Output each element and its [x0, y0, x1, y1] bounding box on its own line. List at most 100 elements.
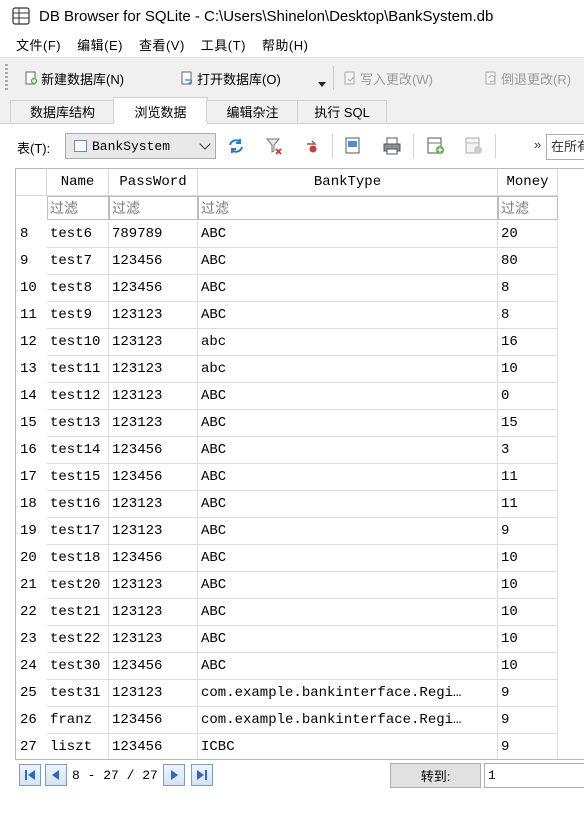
cell-password[interactable]: 123123 — [109, 599, 198, 626]
cell-password[interactable]: 123123 — [109, 518, 198, 545]
cell-money[interactable]: 10 — [498, 572, 558, 599]
column-header-money[interactable]: Money — [498, 169, 558, 196]
row-number[interactable]: 8 — [16, 221, 47, 248]
cell-money[interactable]: 9 — [498, 518, 558, 545]
cell-name[interactable]: test12 — [47, 383, 109, 410]
cell-name[interactable]: test30 — [47, 653, 109, 680]
cell-password[interactable]: 123456 — [109, 464, 198, 491]
refresh-icon[interactable] — [226, 136, 246, 156]
cell-banktype[interactable]: ABC — [198, 221, 498, 248]
cell-money[interactable]: 20 — [498, 221, 558, 248]
table-row[interactable]: 15 test13 123123 ABC 15 — [16, 410, 584, 437]
cell-banktype[interactable]: com.example.bankinterface.Regi… — [198, 680, 498, 707]
cell-banktype[interactable]: ABC — [198, 491, 498, 518]
table-row[interactable]: 24 test30 123456 ABC 10 — [16, 653, 584, 680]
row-number[interactable]: 14 — [16, 383, 47, 410]
menu-edit[interactable]: 编辑(E) — [70, 35, 132, 54]
row-number[interactable]: 27 — [16, 734, 47, 759]
table-row[interactable]: 9 test7 123456 ABC 80 — [16, 248, 584, 275]
table-row[interactable]: 16 test14 123456 ABC 3 — [16, 437, 584, 464]
print-icon[interactable] — [382, 136, 402, 156]
filter-input-money[interactable]: 过滤 — [498, 196, 558, 220]
table-row[interactable]: 23 test22 123123 ABC 10 — [16, 626, 584, 653]
cell-money[interactable]: 9 — [498, 734, 558, 759]
cell-name[interactable]: test15 — [47, 464, 109, 491]
cell-money[interactable]: 9 — [498, 680, 558, 707]
row-number[interactable]: 11 — [16, 302, 47, 329]
toolbar-grip[interactable] — [5, 64, 8, 90]
tab-edit-pragmas[interactable]: 编辑杂注 — [206, 100, 299, 122]
cell-password[interactable]: 123123 — [109, 410, 198, 437]
cell-money[interactable]: 11 — [498, 491, 558, 518]
cell-money[interactable]: 8 — [498, 275, 558, 302]
cell-banktype[interactable]: ABC — [198, 383, 498, 410]
cell-money[interactable]: 8 — [498, 302, 558, 329]
cell-banktype[interactable]: ABC — [198, 248, 498, 275]
table-row[interactable]: 17 test15 123456 ABC 11 — [16, 464, 584, 491]
new-database-button[interactable]: 新建数据库(N) — [24, 67, 124, 89]
tab-browse-data[interactable]: 浏览数据 — [113, 97, 208, 124]
cell-password[interactable]: 123123 — [109, 356, 198, 383]
menu-view[interactable]: 查看(V) — [132, 35, 194, 54]
cell-banktype[interactable]: ICBC — [198, 734, 498, 759]
last-page-button[interactable] — [191, 764, 213, 786]
filter-all-input[interactable]: 在所有 — [546, 134, 584, 160]
row-number[interactable]: 16 — [16, 437, 47, 464]
cell-name[interactable]: test6 — [47, 221, 109, 248]
sort-reset-icon[interactable] — [302, 136, 322, 156]
table-row[interactable]: 19 test17 123123 ABC 9 — [16, 518, 584, 545]
table-row[interactable]: 13 test11 123123 abc 10 — [16, 356, 584, 383]
cell-name[interactable]: test7 — [47, 248, 109, 275]
tab-execute-sql[interactable]: 执行 SQL — [297, 100, 387, 122]
cell-name[interactable]: test8 — [47, 275, 109, 302]
cell-banktype[interactable]: ABC — [198, 437, 498, 464]
cell-money[interactable]: 11 — [498, 464, 558, 491]
cell-name[interactable]: test9 — [47, 302, 109, 329]
cell-name[interactable]: test11 — [47, 356, 109, 383]
filter-input-name[interactable]: 过滤 — [47, 196, 109, 220]
row-number[interactable]: 17 — [16, 464, 47, 491]
cell-money[interactable]: 15 — [498, 410, 558, 437]
cell-banktype[interactable]: ABC — [198, 572, 498, 599]
open-database-dropdown-icon[interactable] — [318, 82, 326, 87]
table-row[interactable]: 12 test10 123123 abc 16 — [16, 329, 584, 356]
row-number[interactable]: 25 — [16, 680, 47, 707]
previous-page-button[interactable] — [45, 764, 67, 786]
row-number[interactable]: 24 — [16, 653, 47, 680]
cell-password[interactable]: 123456 — [109, 437, 198, 464]
cell-money[interactable]: 9 — [498, 707, 558, 734]
cell-banktype[interactable]: ABC — [198, 545, 498, 572]
cell-banktype[interactable]: ABC — [198, 599, 498, 626]
table-row[interactable]: 21 test20 123123 ABC 10 — [16, 572, 584, 599]
table-row[interactable]: 25 test31 123123 com.example.bankinterface.… — [16, 680, 584, 707]
cell-money[interactable]: 10 — [498, 626, 558, 653]
column-header-name[interactable]: Name — [47, 169, 109, 196]
cell-banktype[interactable]: ABC — [198, 275, 498, 302]
cell-money[interactable]: 3 — [498, 437, 558, 464]
cell-money[interactable]: 16 — [498, 329, 558, 356]
cell-password[interactable]: 789789 — [109, 221, 198, 248]
table-row[interactable]: 26 franz 123456 com.example.bankinterface.R… — [16, 707, 584, 734]
table-row[interactable]: 22 test21 123123 ABC 10 — [16, 599, 584, 626]
cell-password[interactable]: 123123 — [109, 626, 198, 653]
cell-money[interactable]: 10 — [498, 545, 558, 572]
cell-name[interactable]: test20 — [47, 572, 109, 599]
row-number[interactable]: 18 — [16, 491, 47, 518]
cell-name[interactable]: liszt — [47, 734, 109, 759]
cell-name[interactable]: test21 — [47, 599, 109, 626]
cell-password[interactable]: 123456 — [109, 653, 198, 680]
menu-help[interactable]: 帮助(H) — [255, 35, 318, 54]
row-number[interactable]: 22 — [16, 599, 47, 626]
cell-banktype[interactable]: ABC — [198, 464, 498, 491]
table-row[interactable]: 18 test16 123123 ABC 11 — [16, 491, 584, 518]
cell-password[interactable]: 123123 — [109, 302, 198, 329]
row-number[interactable]: 9 — [16, 248, 47, 275]
cell-money[interactable]: 0 — [498, 383, 558, 410]
cell-banktype[interactable]: ABC — [198, 626, 498, 653]
cell-banktype[interactable]: ABC — [198, 302, 498, 329]
table-row[interactable]: 11 test9 123123 ABC 8 — [16, 302, 584, 329]
cell-name[interactable]: test22 — [47, 626, 109, 653]
cell-banktype[interactable]: abc — [198, 356, 498, 383]
cell-password[interactable]: 123123 — [109, 491, 198, 518]
cell-money[interactable]: 10 — [498, 356, 558, 383]
